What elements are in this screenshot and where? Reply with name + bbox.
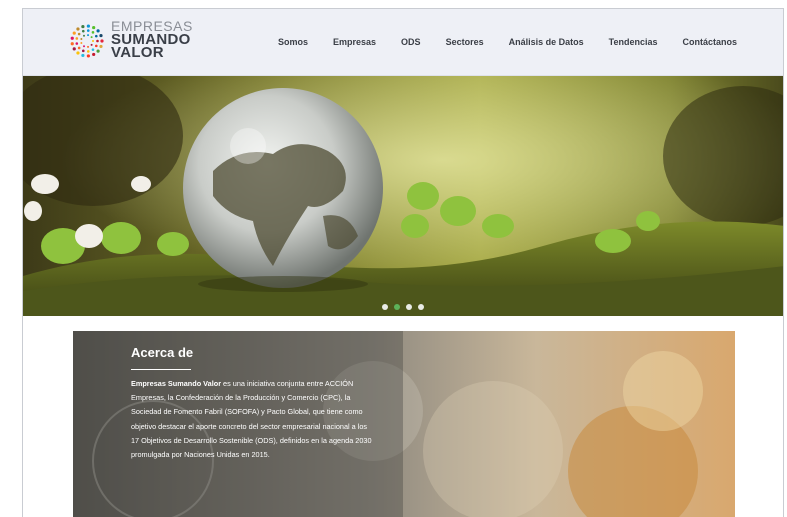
about-description: Empresas Sumando Valor es una iniciativa… [131, 377, 376, 462]
logo-wordmark: EMPRESAS SUMANDO VALOR [111, 19, 193, 60]
site-header: EMPRESAS SUMANDO VALOR Somos Empresas OD… [23, 9, 783, 76]
nav-item-somos[interactable]: Somos [278, 37, 308, 47]
about-section: Acerca de Empresas Sumando Valor es una … [73, 331, 735, 517]
slider-dot-1[interactable] [382, 304, 388, 310]
logo-dots-icon [70, 24, 104, 58]
nav-item-ods[interactable]: ODS [401, 37, 421, 47]
site-logo[interactable]: EMPRESAS SUMANDO VALOR [69, 19, 209, 64]
slider-dots [23, 304, 783, 310]
browser-frame: EMPRESAS SUMANDO VALOR Somos Empresas OD… [22, 8, 784, 517]
slider-dot-4[interactable] [418, 304, 424, 310]
slider-dot-3[interactable] [406, 304, 412, 310]
about-title-underline [131, 369, 191, 370]
nav-item-empresas[interactable]: Empresas [333, 37, 376, 47]
hero-slider[interactable] [23, 76, 783, 316]
hero-image-globe-on-moss [23, 76, 783, 316]
about-title: Acerca de [131, 345, 194, 360]
nav-item-sectores[interactable]: Sectores [446, 37, 484, 47]
nav-item-contactanos[interactable]: Contáctanos [682, 37, 737, 47]
about-lead: Empresas Sumando Valor [131, 379, 222, 388]
nav-item-analisis-de-datos[interactable]: Análisis de Datos [509, 37, 584, 47]
slider-dot-2[interactable] [394, 304, 400, 310]
about-body-text: es una iniciativa conjunta entre ACCIÓN … [131, 379, 372, 460]
main-nav: Somos Empresas ODS Sectores Análisis de … [253, 9, 737, 75]
nav-item-tendencias[interactable]: Tendencias [609, 37, 658, 47]
